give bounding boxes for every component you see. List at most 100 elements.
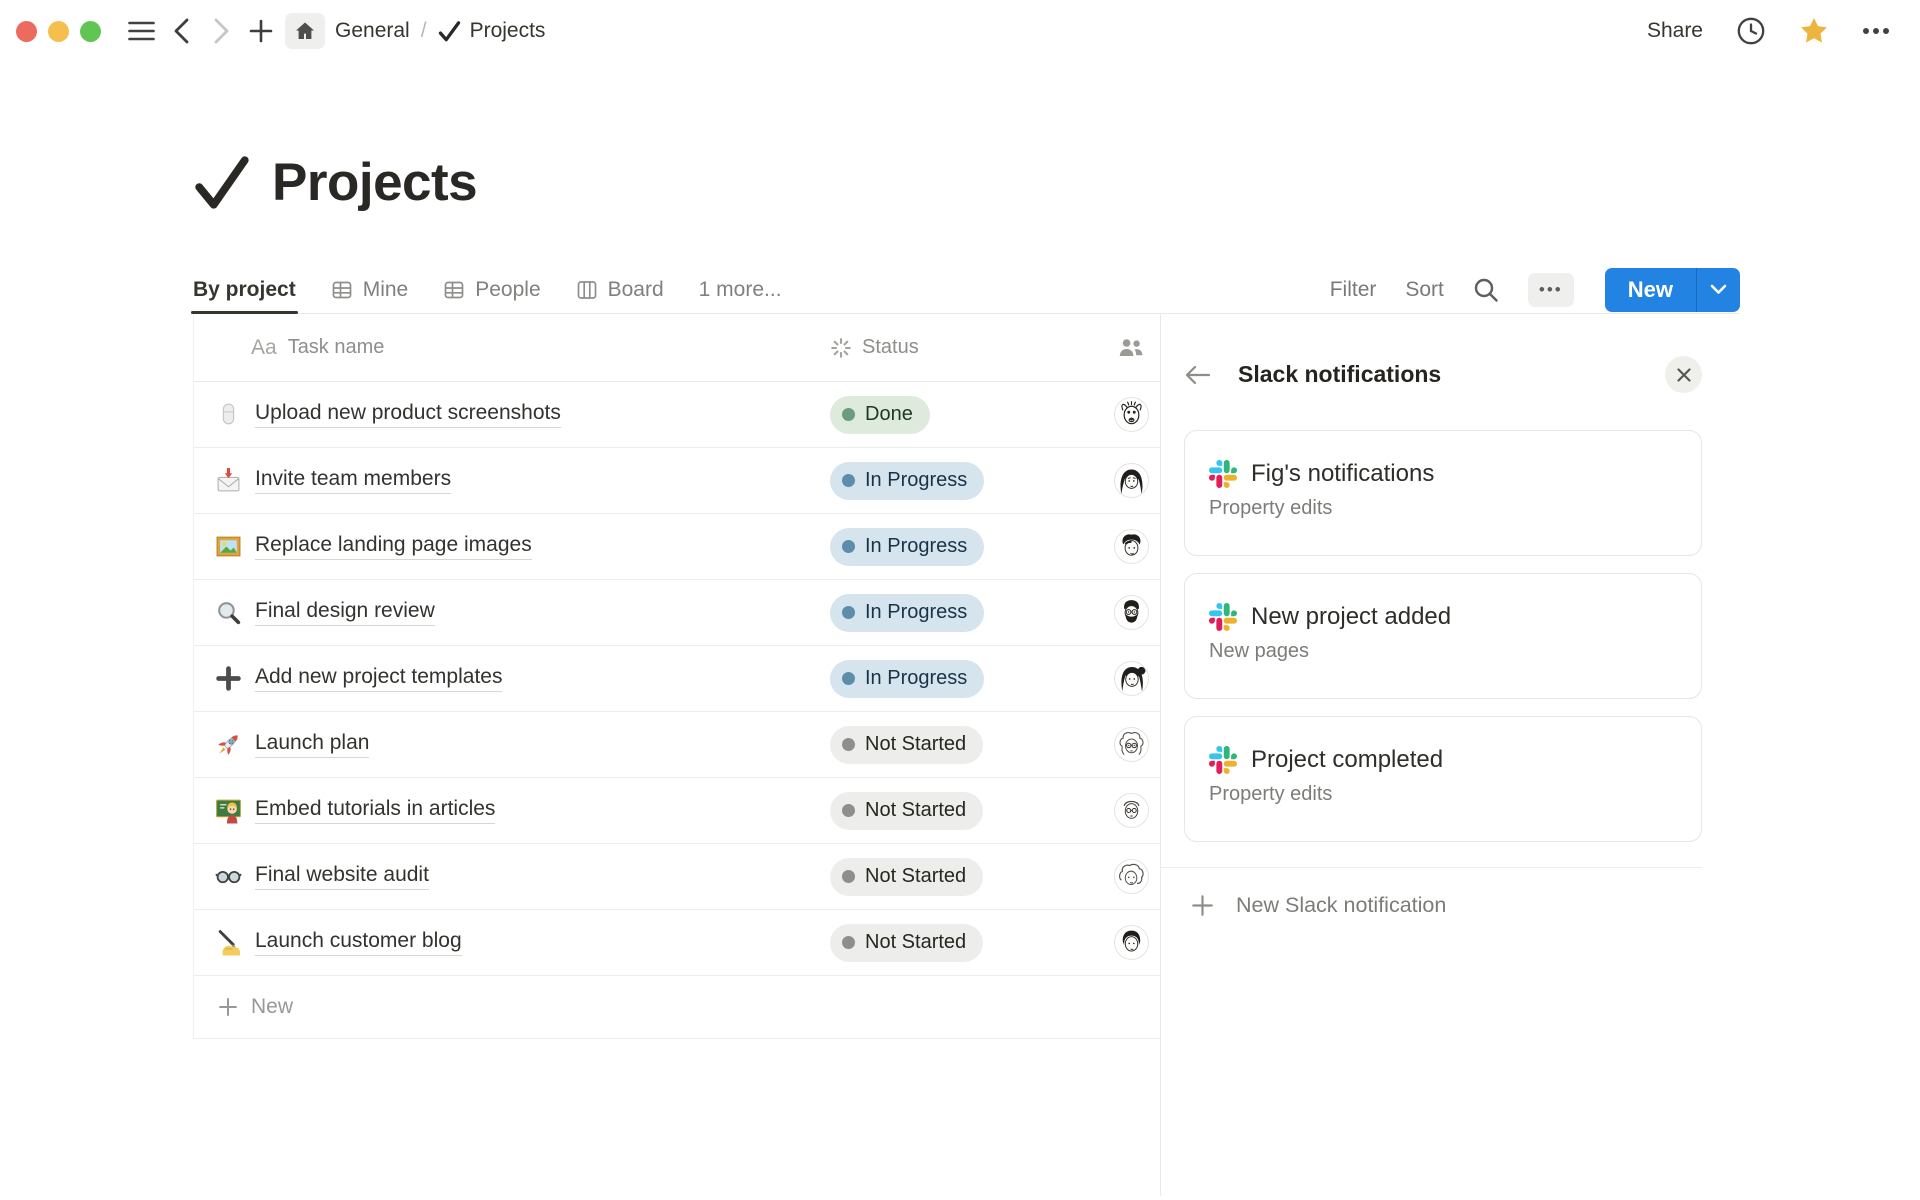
slack-notification-card[interactable]: Project completed Property edits — [1184, 716, 1702, 842]
table-row[interactable]: Invite team members In Progress — [194, 448, 1160, 514]
column-header-status[interactable]: Status — [830, 336, 1102, 359]
table-row[interactable]: Final design review In Progress — [194, 580, 1160, 646]
status-badge[interactable]: In Progress — [830, 594, 984, 632]
task-title-link[interactable]: Final design review — [255, 599, 435, 626]
notification-subtitle: Property edits — [1209, 783, 1677, 806]
avatar-woman-bob[interactable] — [1114, 463, 1149, 498]
status-dot — [842, 540, 855, 553]
avatar-woman-short-dark[interactable] — [1114, 925, 1149, 960]
notification-subtitle: Property edits — [1209, 497, 1677, 520]
table-row[interactable]: Embed tutorials in articles Not Started — [194, 778, 1160, 844]
avatar-man-beard-glasses[interactable] — [1114, 595, 1149, 630]
new-row-button[interactable]: New — [194, 976, 1160, 1039]
new-task-dropdown[interactable] — [1696, 268, 1740, 312]
hamburger-icon — [128, 21, 155, 41]
status-dot — [842, 804, 855, 817]
back-arrow-icon[interactable] — [1184, 364, 1211, 386]
column-header-task-name[interactable]: Aa Task name — [194, 336, 830, 360]
status-badge[interactable]: In Progress — [830, 462, 984, 500]
new-slack-notification-button[interactable]: New Slack notification — [1184, 893, 1702, 918]
breadcrumb-separator: / — [421, 19, 427, 43]
new-page-button[interactable] — [241, 13, 281, 49]
table-row[interactable]: Launch customer blog Not Started — [194, 910, 1160, 976]
breadcrumb-page[interactable]: Projects — [438, 19, 546, 43]
view-type-icon — [443, 279, 465, 301]
page-title[interactable]: Projects — [272, 154, 477, 212]
notification-cards: Fig's notifications Property edits New p… — [1184, 430, 1702, 842]
status-badge[interactable]: In Progress — [830, 660, 984, 698]
view-type-icon — [576, 279, 598, 301]
table-row[interactable]: Final website audit Not Started — [194, 844, 1160, 910]
status-dot — [842, 474, 855, 487]
close-panel-button[interactable] — [1665, 356, 1702, 393]
more-options-icon[interactable] — [1862, 27, 1890, 35]
view-tab-mine[interactable]: Mine — [331, 266, 409, 313]
view-options-button[interactable]: ••• — [1528, 273, 1574, 307]
notification-title: New project added — [1251, 603, 1451, 631]
column-header-people[interactable] — [1102, 337, 1160, 359]
status-badge[interactable]: In Progress — [830, 528, 984, 566]
table-row[interactable]: Add new project templates In Progress — [194, 646, 1160, 712]
nav-forward-button[interactable] — [201, 13, 241, 49]
page-check-mark-icon — [193, 154, 251, 212]
status-dot — [842, 738, 855, 751]
new-task-button[interactable]: New — [1605, 268, 1740, 312]
home-button[interactable] — [285, 13, 325, 49]
task-title-link[interactable]: Launch plan — [255, 731, 369, 758]
share-button[interactable]: Share — [1647, 19, 1703, 43]
nav-back-button[interactable] — [161, 13, 201, 49]
task-title-link[interactable]: Upload new product screenshots — [255, 401, 561, 428]
people-icon — [1118, 337, 1144, 359]
avatar-elder-curly-glasses[interactable] — [1114, 727, 1149, 762]
chevron-right-icon — [214, 18, 229, 44]
zoom-window-button[interactable] — [80, 21, 101, 42]
status-badge[interactable]: Not Started — [830, 726, 983, 764]
task-title-link[interactable]: Invite team members — [255, 467, 451, 494]
chevron-down-icon — [1710, 284, 1727, 295]
view-tabs: By project Mine People Board 1 more... — [193, 266, 782, 313]
table-row[interactable]: Launch plan Not Started — [194, 712, 1160, 778]
sidebar-menu-button[interactable] — [121, 13, 161, 49]
filter-button[interactable]: Filter — [1330, 278, 1377, 302]
task-title-link[interactable]: Replace landing page images — [255, 533, 532, 560]
task-emoji-icon — [215, 665, 242, 692]
avatar-dog-sketch[interactable] — [1114, 397, 1149, 432]
view-tab-board[interactable]: Board — [576, 266, 664, 313]
task-title-link[interactable]: Add new project templates — [255, 665, 502, 692]
task-table: Aa Task name Status — [193, 314, 1160, 1196]
status-badge[interactable]: Not Started — [830, 858, 983, 896]
avatar-woman-ponytail[interactable] — [1114, 661, 1149, 696]
close-window-button[interactable] — [16, 21, 37, 42]
view-tab-1-more[interactable]: 1 more... — [699, 266, 782, 313]
status-dot — [842, 936, 855, 949]
task-title-link[interactable]: Final website audit — [255, 863, 429, 890]
task-emoji-icon — [215, 929, 242, 956]
avatar-person-fluffy-hair[interactable] — [1114, 859, 1149, 894]
avatar-person-round-glasses[interactable] — [1114, 793, 1149, 828]
task-title-link[interactable]: Launch customer blog — [255, 929, 462, 956]
sort-button[interactable]: Sort — [1405, 278, 1444, 302]
search-icon[interactable] — [1473, 277, 1499, 303]
view-tab-by-project[interactable]: By project — [193, 266, 296, 313]
slack-notification-card[interactable]: Fig's notifications Property edits — [1184, 430, 1702, 556]
home-icon — [293, 19, 317, 43]
slack-logo-icon — [1209, 460, 1237, 488]
task-title-link[interactable]: Embed tutorials in articles — [255, 797, 495, 824]
slack-notification-card[interactable]: New project added New pages — [1184, 573, 1702, 699]
task-emoji-icon — [215, 797, 242, 824]
history-clock-icon[interactable] — [1736, 16, 1766, 46]
favorite-star-icon[interactable] — [1799, 16, 1829, 46]
view-tab-people[interactable]: People — [443, 266, 540, 313]
breadcrumb-root[interactable]: General — [335, 19, 410, 43]
status-badge[interactable]: Done — [830, 396, 930, 434]
avatar-man-curly[interactable] — [1114, 529, 1149, 564]
status-badge[interactable]: Not Started — [830, 792, 983, 830]
table-row[interactable]: Upload new product screenshots Done — [194, 382, 1160, 448]
minimize-window-button[interactable] — [48, 21, 69, 42]
task-emoji-icon — [215, 863, 242, 890]
plus-icon — [218, 997, 238, 1017]
status-dot — [842, 672, 855, 685]
table-row[interactable]: Replace landing page images In Progress — [194, 514, 1160, 580]
task-emoji-icon — [215, 533, 242, 560]
status-badge[interactable]: Not Started — [830, 924, 983, 962]
